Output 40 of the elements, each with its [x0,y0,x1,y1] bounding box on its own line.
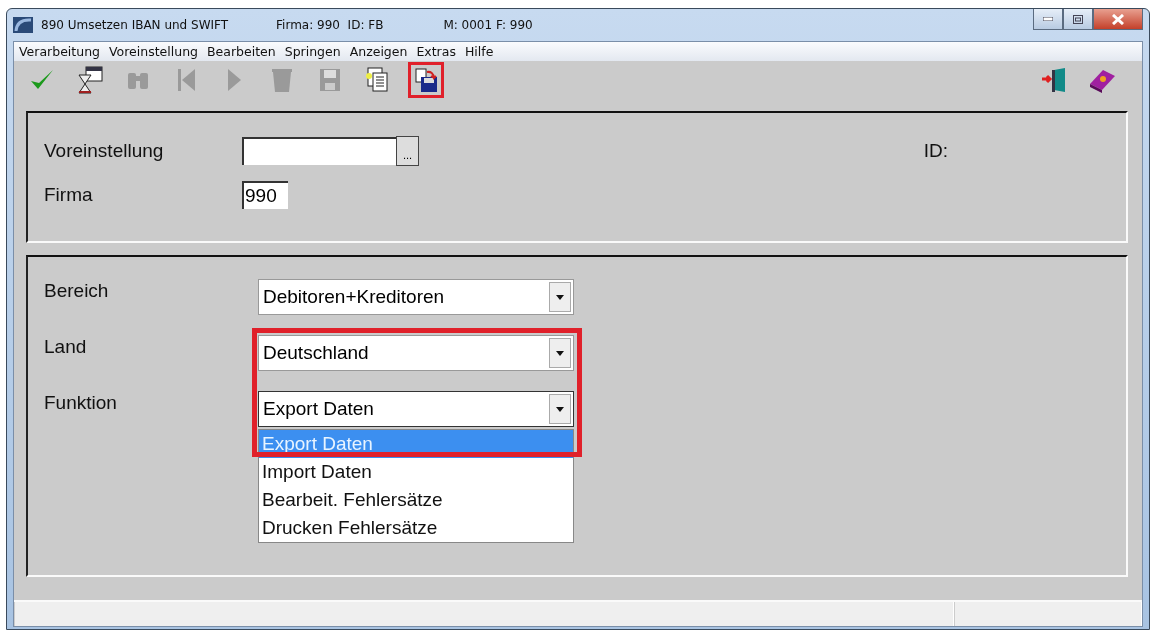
menu-item[interactable]: Verarbeitung [16,44,106,59]
dropdown-field[interactable]: Export Daten [258,391,574,427]
menu-item[interactable]: Voreinstellung [106,44,204,59]
minimize-icon [1043,17,1053,21]
trash-bin-icon [269,66,295,94]
menu-item[interactable]: Anzeigen [346,44,414,59]
field-label: Bereich [43,279,110,303]
window-title: 890 Umsetzen IBAN und SWIFT [41,18,229,32]
dropdown-field[interactable]: Deutschland [258,335,574,371]
pages-icon [365,66,391,94]
id-label: ID: [923,140,948,162]
maximize-icon [1073,14,1083,24]
dropdown-arrow-icon [556,350,564,356]
field-label: Land [43,335,88,359]
menu-item[interactable]: Extras [413,44,462,59]
menu-item[interactable]: Springen [281,44,347,59]
dropdown-arrow-icon [556,294,564,300]
company-input[interactable]: 990 [242,181,288,209]
minimize-button[interactable] [1033,9,1063,30]
exit-door-icon [1040,66,1068,94]
maximize-button[interactable] [1063,9,1093,30]
hourglass-window-icon [76,65,104,95]
menu-item[interactable]: Hilfe [461,44,500,59]
dropdown-arrow-icon [556,406,564,412]
dropdown-field[interactable]: Debitoren+Kreditoren [258,279,574,315]
client-info: M: 0001 F: 990 [443,18,533,32]
toolbar-button[interactable] [408,62,444,98]
preset-input[interactable] [242,137,396,165]
save-export-icon [413,67,439,93]
close-button[interactable] [1093,9,1143,30]
menu-item[interactable]: Bearbeiten [204,44,282,59]
field-label: Funktion [43,391,118,415]
company-info: Firma: 990 ID: FB [276,18,384,32]
field-label: Firma [43,184,94,206]
app-logo-icon [13,17,33,33]
first-record-icon [175,66,197,94]
close-icon [1112,13,1124,25]
browse-button[interactable]: ... [396,136,419,166]
next-record-icon [225,66,243,94]
field-label: Voreinstellung [43,140,165,162]
